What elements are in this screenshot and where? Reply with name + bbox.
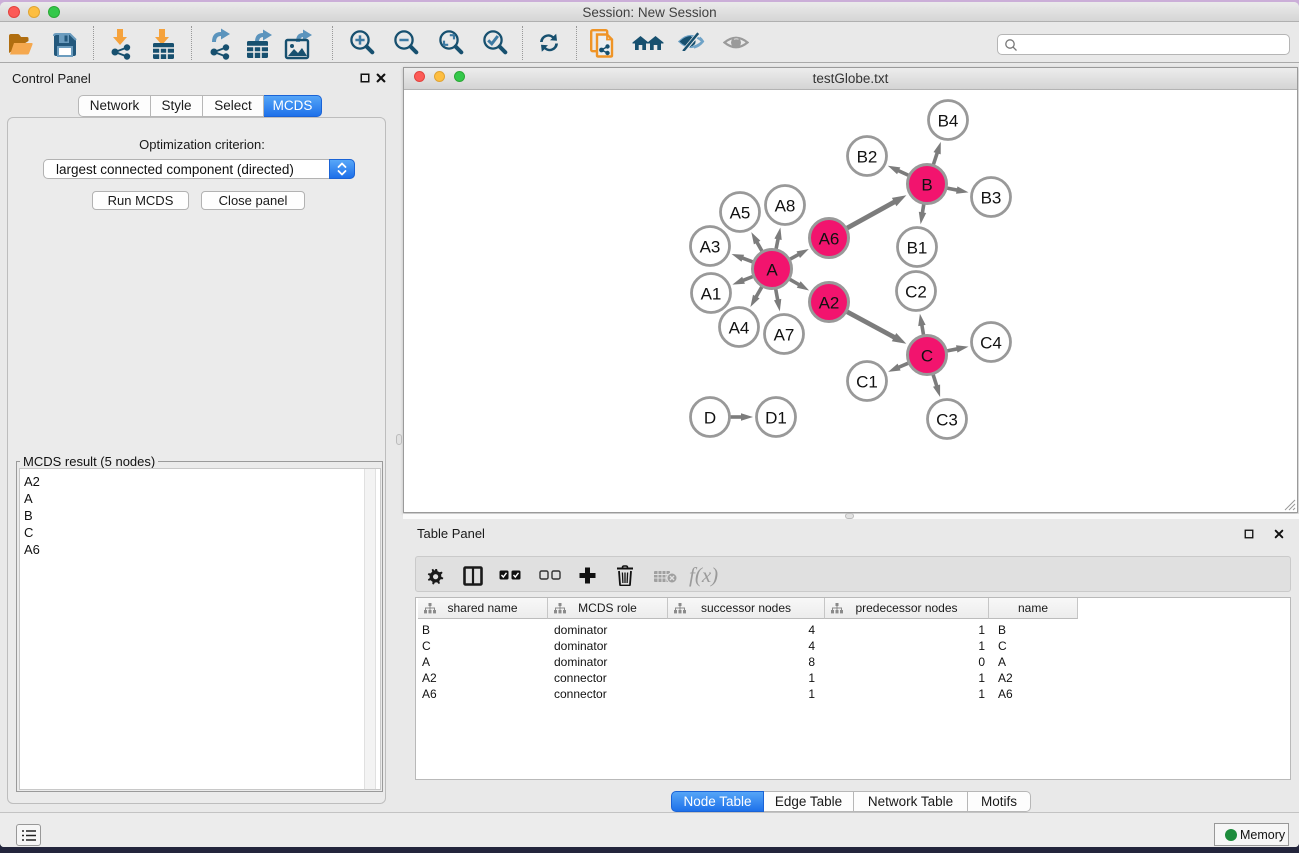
svg-text:A7: A7 [774,326,795,345]
svg-text:C: C [921,347,933,366]
svg-text:B4: B4 [938,112,959,131]
svg-text:C3: C3 [936,411,958,430]
svg-text:C4: C4 [980,334,1002,353]
svg-text:A1: A1 [701,285,722,304]
svg-text:B2: B2 [857,148,878,167]
svg-text:B3: B3 [981,189,1002,208]
svg-text:B: B [921,176,932,195]
svg-text:C1: C1 [856,373,878,392]
svg-text:A3: A3 [700,238,721,257]
svg-text:A4: A4 [729,319,750,338]
svg-text:D1: D1 [765,409,787,428]
svg-text:D: D [704,409,716,428]
svg-text:A: A [766,261,778,280]
svg-text:A6: A6 [819,230,840,249]
svg-text:A2: A2 [819,294,840,313]
svg-text:C2: C2 [905,283,927,302]
svg-text:A5: A5 [730,204,751,223]
svg-text:A8: A8 [775,197,796,216]
svg-text:B1: B1 [907,239,928,258]
